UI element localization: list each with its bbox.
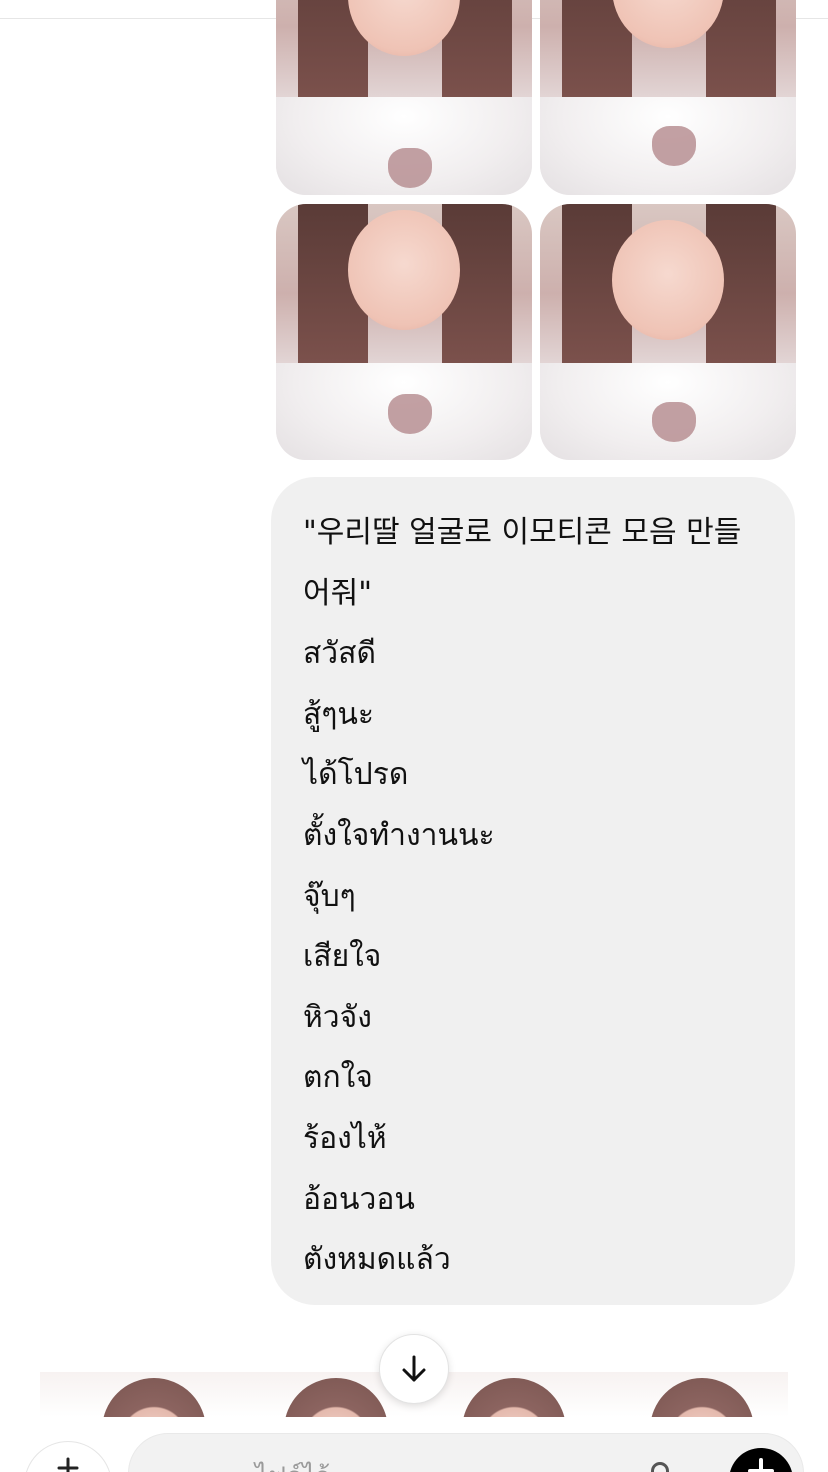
emoji-thumb xyxy=(650,1378,754,1417)
emoji-thumb xyxy=(102,1378,206,1417)
emoji-thumb xyxy=(284,1378,388,1417)
selfie-image-3[interactable] xyxy=(276,204,532,460)
arrow-down-icon xyxy=(402,1355,426,1382)
message-line: สวัสดี xyxy=(303,636,376,672)
message-line: "우리딸 얼굴로 이모티콘 모음 만들어줘" xyxy=(303,515,742,611)
message-line: หิวจัง xyxy=(303,999,372,1035)
mic-icon[interactable] xyxy=(651,1462,669,1472)
message-line: ได้โปรด xyxy=(303,757,409,793)
user-message-bubble: "우리딸 얼굴로 이모티콘 모음 만들어줘" สวัสดี สู้ๆนะ ได้… xyxy=(271,477,795,1305)
message-input-placeholder: ไฟล์ไว้ xyxy=(255,1456,330,1472)
send-icon xyxy=(748,1458,774,1472)
message-line: ตกใจ xyxy=(303,1060,373,1096)
message-line: เสียใจ xyxy=(303,939,382,975)
selfie-image-1[interactable] xyxy=(276,0,532,195)
selfie-image-4[interactable] xyxy=(540,204,796,460)
scroll-down-button[interactable] xyxy=(379,1334,449,1404)
selfie-image-2[interactable] xyxy=(540,0,796,195)
message-input[interactable]: ไฟล์ไว้ xyxy=(128,1433,804,1472)
message-line: ตังหมดแล้ว xyxy=(303,1242,451,1278)
message-line: ร้องไห้ xyxy=(303,1120,387,1156)
plus-icon xyxy=(57,1457,79,1472)
message-line: จุ๊บๆ xyxy=(303,878,356,914)
message-line: สู้ๆนะ xyxy=(303,696,375,732)
message-line: อ้อนวอน xyxy=(303,1181,415,1217)
emoji-thumb xyxy=(462,1378,566,1417)
message-line: ตั้งใจทำงานนะ xyxy=(303,817,495,853)
